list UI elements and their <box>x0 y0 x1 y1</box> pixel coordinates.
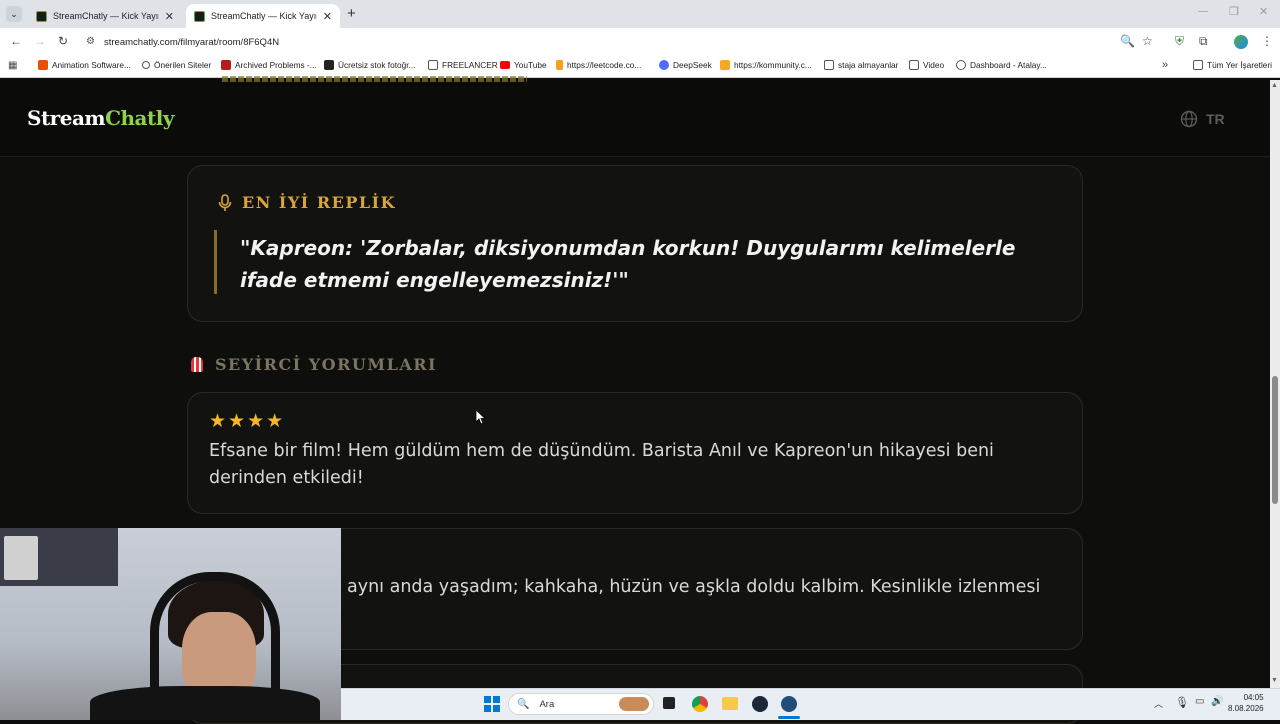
best-quote-text: "Kapreon: 'Zorbalar, diksiyonumdan korku… <box>240 236 1016 292</box>
review-text: aynı anda yaşadım; kahkaha, hüzün ve aşk… <box>347 577 1041 597</box>
k-icon <box>720 60 730 70</box>
deepseek-icon <box>659 60 669 70</box>
windows-taskbar <box>341 688 1280 720</box>
youtube-icon <box>500 61 510 69</box>
search-highlight-icon <box>619 697 649 711</box>
streamchatly-favicon-icon <box>36 10 47 22</box>
folder-icon <box>1193 60 1203 70</box>
streamchatly-favicon-icon <box>194 10 205 22</box>
taskbar-search[interactable]: 🔍 Ara <box>508 693 654 715</box>
bookmark-item[interactable]: DeepSeek <box>659 60 712 70</box>
back-icon[interactable]: ← <box>10 34 22 48</box>
bookmark-item[interactable]: Archived Problems -... <box>221 60 317 70</box>
task-view-icon[interactable] <box>663 697 675 709</box>
globe-icon <box>956 60 966 70</box>
pe-icon <box>221 60 231 70</box>
mouse-cursor-icon <box>476 410 486 425</box>
tab-title: StreamChatly — Kick Yayıncıları <box>53 11 159 21</box>
clock-date: 8.08.2026 <box>1228 704 1264 713</box>
microphone-icon[interactable]: 🎙 <box>1175 696 1189 709</box>
taskbar-clock[interactable]: 04:05 8.08.2026 <box>1228 692 1264 714</box>
active-app-indicator <box>778 716 800 719</box>
browser-tab-1[interactable]: StreamChatly — Kick Yayıncıları ✕ <box>28 4 182 28</box>
bookmark-item[interactable]: Ücretsiz stok fotoğr... <box>324 60 415 70</box>
tab-list-dropdown-icon[interactable]: ⌄ <box>6 6 22 22</box>
extensions-icon[interactable]: ⧉ <box>1199 34 1208 49</box>
address-bar[interactable]: ⚙ streamchatly.com/filmyarat/room/8F6Q4N <box>80 32 1160 52</box>
bookmark-item[interactable]: YouTube <box>500 60 547 70</box>
shield-extension-icon[interactable]: ⛨ <box>1175 34 1184 49</box>
bookmark-item[interactable]: https://kommunity.c... <box>720 60 812 70</box>
bookmark-item[interactable]: Video <box>909 60 944 70</box>
app-icon[interactable] <box>752 696 768 712</box>
tray-overflow-icon[interactable]: ︿ <box>1154 697 1163 710</box>
tab-title: StreamChatly — Kick Yayıncıları <box>211 11 317 21</box>
popcorn-icon <box>191 357 203 372</box>
review-text: Efsane bir film! Hem güldüm hem de düşün… <box>209 441 994 488</box>
zoom-icon[interactable]: 🔍 <box>1120 34 1135 48</box>
site-logo[interactable]: StreamChatly <box>27 106 174 130</box>
language-code: TR <box>1206 111 1225 127</box>
camera-icon <box>324 60 334 70</box>
star-rating: ★★★★ <box>209 411 286 432</box>
microphone-icon <box>218 193 232 211</box>
v-icon <box>38 60 48 70</box>
bookmark-star-icon[interactable]: ☆ <box>1142 34 1153 48</box>
windows-start-icon[interactable] <box>484 696 500 712</box>
folder-icon <box>909 60 919 70</box>
bookmark-item[interactable]: FREELANCER <box>428 60 498 70</box>
language-switcher[interactable]: TR <box>1180 110 1225 128</box>
new-tab-button[interactable]: + <box>347 5 356 22</box>
bookmark-item[interactable]: Animation Software... <box>38 60 131 70</box>
webcam-overlay <box>0 528 341 720</box>
search-icon <box>142 61 150 69</box>
close-icon[interactable]: ✕ <box>165 10 174 23</box>
volume-icon[interactable]: 🔊 <box>1211 696 1223 707</box>
leetcode-icon <box>556 60 563 70</box>
chrome-icon[interactable] <box>692 696 708 712</box>
apps-grid-icon[interactable]: ▦ <box>8 60 17 71</box>
all-bookmarks-item[interactable]: Tüm Yer İşaretleri <box>1193 60 1272 70</box>
bookmark-item[interactable]: Önerilen Siteler <box>142 60 211 70</box>
maximize-icon[interactable]: ❐ <box>1229 5 1239 18</box>
forward-icon[interactable]: → <box>34 34 46 48</box>
audience-reviews-heading: SEYİRCİ YORUMLARI <box>191 355 437 374</box>
network-icon[interactable]: ▭ <box>1195 696 1204 707</box>
poster-portrait <box>4 536 38 580</box>
scroll-up-arrow-icon[interactable]: ▲ <box>1271 82 1278 89</box>
profile-avatar[interactable] <box>1234 35 1248 49</box>
scroll-down-arrow-icon[interactable]: ▼ <box>1271 677 1278 684</box>
bookmark-item[interactable]: https://leetcode.co... <box>556 60 641 70</box>
minimize-icon[interactable]: — <box>1198 6 1208 17</box>
streamer-shirt <box>90 686 320 720</box>
steam-icon[interactable] <box>781 696 797 712</box>
clock-time: 04:05 <box>1243 693 1264 702</box>
file-explorer-icon[interactable] <box>722 697 738 710</box>
bookmark-item[interactable]: staja almayanlar <box>824 60 898 70</box>
folder-icon <box>428 60 438 70</box>
bookmark-item[interactable]: Dashboard - Atalay... <box>956 60 1047 70</box>
more-bookmarks-icon[interactable]: » <box>1162 59 1168 71</box>
close-window-icon[interactable]: ✕ <box>1259 5 1268 18</box>
url-text: streamchatly.com/filmyarat/room/8F6Q4N <box>104 36 280 48</box>
site-header <box>0 80 1270 157</box>
header-scrolled-text-fragment <box>222 76 527 82</box>
quote-accent-bar <box>214 230 217 294</box>
menu-icon[interactable]: ⋮ <box>1261 34 1273 48</box>
close-icon[interactable]: ✕ <box>323 10 332 23</box>
scrollbar-thumb[interactable] <box>1272 376 1278 504</box>
reload-icon[interactable]: ↻ <box>58 34 68 48</box>
browser-tab-2[interactable]: StreamChatly — Kick Yayıncıları ✕ <box>186 4 340 28</box>
search-icon: 🔍 <box>517 698 530 710</box>
best-quote-heading: EN İYİ REPLİK <box>218 193 396 212</box>
globe-icon <box>1180 110 1198 128</box>
site-info-icon[interactable]: ⚙ <box>86 36 95 47</box>
folder-icon <box>824 60 834 70</box>
